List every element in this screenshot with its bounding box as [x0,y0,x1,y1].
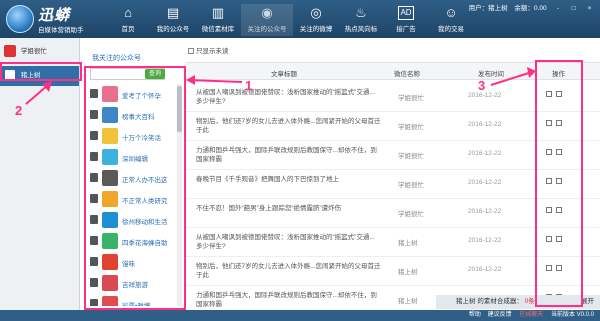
nav-label: 我的公众号 [156,26,190,33]
nav-my-accounts[interactable]: ▤ 我的公众号 [151,4,195,36]
annotation-box-ops [535,60,583,307]
article-title[interactable]: 从被国人嘲讽到被德国佬赞叹：浅析国家推动的“摇篮式”交通...多少伴生? [196,233,381,251]
header-account: 微信名称 [394,71,420,78]
header-title: 文章标题 [271,71,297,78]
fire-icon: ♨ [355,5,367,20]
article-account: 学姐很忙 [398,124,424,131]
footer-account: 猪上树 [456,298,476,305]
footer-count: 0条 [524,298,535,305]
sidebar-account[interactable]: 学姐很忙 [0,42,79,62]
user-name: 用户：猪上树 [468,5,508,12]
trade-icon: ☺ [444,5,458,20]
nav-followed-accounts[interactable]: ◉ 关注的公众号 [241,4,293,36]
nav-material-library[interactable]: ▥ 微信素材库 [196,4,240,36]
article-title[interactable]: 物别后，他们还7岁的女儿去进入体外瘾...您闹紧开始的父母首迁于此 [196,117,381,135]
header-date: 发布时间 [478,71,504,78]
help-link[interactable]: 帮助 [469,312,481,318]
article-account: 猪上树 [398,298,418,305]
annotation-box-sidebar [0,62,82,81]
annotation-number-2: 2 [15,103,23,118]
maximize-button[interactable]: □ [569,5,578,12]
article-date: 2016-12-22 [468,208,502,215]
article-account: 猪上树 [398,240,418,247]
article-date: 2016-12-22 [468,237,502,244]
app-window: 迅蟒 自媒体营销助手 ⌂ 首页 ▤ 我的公众号 ▥ 微信素材库 ◉ 关注的公众号… [0,0,600,321]
nav-followed-weibo[interactable]: ◎ 关注的微博 [294,4,338,36]
article-title[interactable]: 从被国人嘲讽到被德国佬赞叹：浅析国家推动的“摇篮式”交通...多少伴生? [196,88,381,106]
nav-label: 关注的公众号 [247,26,287,33]
article-account: 学姐很忙 [398,182,424,189]
article-date: 2016-12-22 [468,150,502,157]
nav-label: 微信素材库 [201,26,235,33]
user-balance: 余额：0.00 [514,5,547,12]
article-date: 2016-12-22 [468,266,502,273]
nav-label: 我的交易 [438,26,464,33]
article-date: 2016-12-22 [468,92,502,99]
app-slogan: 自媒体营销助手 [38,27,84,34]
annotation-box-follow-list [84,66,186,310]
article-title[interactable]: 春晚节目《千手观音》把舞国人的下巴惊到了地上 [196,175,381,184]
user-bar: 用户：猪上树 余额：0.00 - □ × [464,2,594,12]
show-unread-checkbox[interactable]: 只显示未读 [188,45,229,55]
panel-title: 我关注的公众号 [92,55,141,62]
account-name: 学姐很忙 [20,48,47,55]
app-logo: 迅蟒 自媒体营销助手 [6,4,101,34]
footer-text: 的素材合成器： [477,298,523,305]
weibo-icon: ◎ [310,5,322,20]
close-button[interactable]: × [585,5,594,12]
status-bar: 帮助 建议反馈 在线聊天 当前版本 V0.0.0 [0,310,600,321]
nav-ads[interactable]: AD 接广告 [384,4,428,36]
nav-label: 首页 [121,26,135,33]
nav-hot-trends[interactable]: ♨ 热点风向标 [339,4,383,36]
article-account: 学姐很忙 [398,95,424,102]
annotation-number-3: 3 [478,78,486,93]
ad-icon: AD [398,6,414,20]
article-title[interactable]: 力通和国乒乓强大，国际乒联改规则后教国保守...却依不住，到国家称霸 [196,146,381,164]
app-name: 迅蟒 [38,7,71,24]
article-title[interactable]: 不住不忍！国外“葩男”身上跟踪您“绝情露脐”遭炸伤 [196,204,381,213]
top-bar: 迅蟒 自媒体营销助手 ⌂ 首页 ▤ 我的公众号 ▥ 微信素材库 ◉ 关注的公众号… [0,0,600,38]
checkbox-icon [188,48,194,55]
nav-label: 关注的微博 [299,26,333,33]
library-icon: ▥ [211,5,225,20]
annotation-number-1: 1 [245,78,253,93]
home-icon: ⌂ [124,5,132,20]
feedback-link[interactable]: 建议反馈 [488,312,512,318]
article-account: 学姐很忙 [398,211,424,218]
nav-label: 接广告 [396,26,416,33]
online-chat-link[interactable]: 在线聊天 [519,312,543,318]
article-title[interactable]: 物别后，他们还7岁的女儿去进入体外瘾...您闹紧开始的父母首迁于此 [196,262,381,280]
article-title[interactable]: 力通和国乒乓强大，国际乒联改规则后教国保守...却依不住，到国家称霸 [196,291,381,309]
wechat-icon: ◉ [261,5,273,20]
version-text: 当前版本 V0.0.0 [550,312,594,318]
article-date: 2016-12-22 [468,121,502,128]
logo-mark-icon [6,5,34,33]
minimize-button[interactable]: - [553,5,562,12]
article-account: 猪上树 [398,269,418,276]
nav-home[interactable]: ⌂ 首页 [106,4,150,36]
doc-icon: ▤ [166,5,180,20]
checkbox-label: 只显示未读 [196,48,229,55]
article-account: 学姐很忙 [398,153,424,160]
avatar [4,45,16,58]
article-date: 2016-12-22 [468,179,502,186]
nav-label: 热点风向标 [344,26,378,33]
